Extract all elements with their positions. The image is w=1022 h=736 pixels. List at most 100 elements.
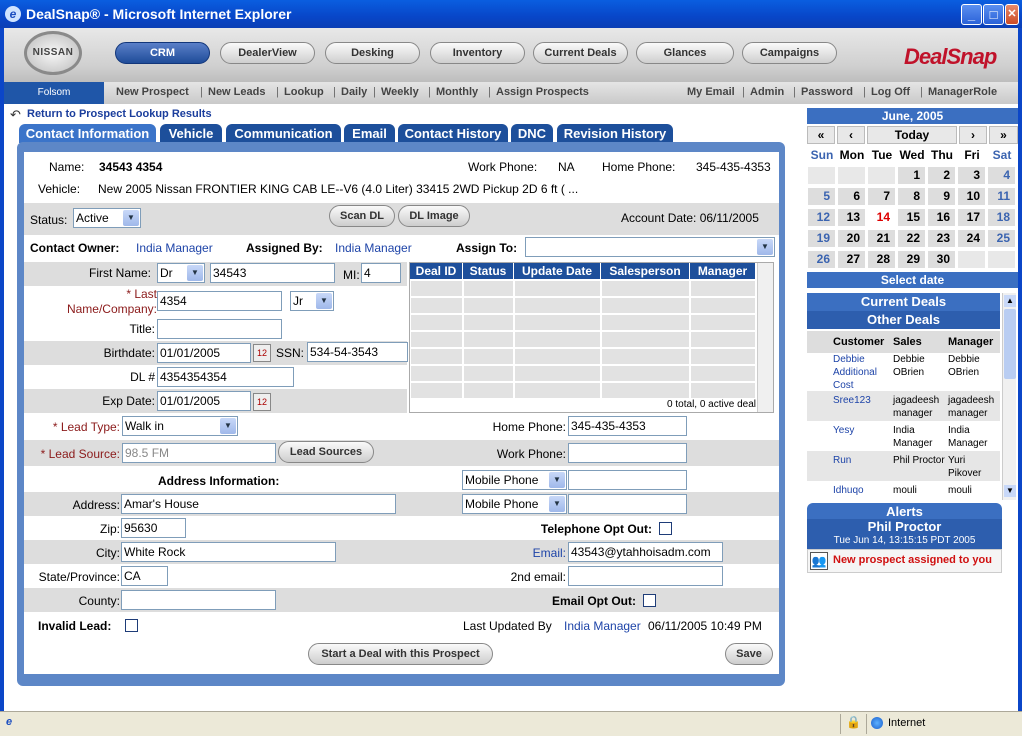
- deal-customer-link[interactable]: Yesy: [833, 424, 889, 437]
- calendar-day[interactable]: 2: [927, 166, 956, 185]
- lead-sources-button[interactable]: Lead Sources: [278, 441, 374, 463]
- suffix-select[interactable]: Jr ▼: [290, 291, 334, 311]
- second-email-input[interactable]: [568, 566, 723, 586]
- first-name-input[interactable]: 34543: [210, 263, 335, 283]
- deals-scrollbar[interactable]: ▲ ▼: [1002, 293, 1016, 500]
- last-name-input[interactable]: 4354: [157, 291, 282, 311]
- tab-dnc[interactable]: DNC: [511, 124, 553, 143]
- calendar-day[interactable]: 23: [927, 229, 956, 248]
- phone-type-select-2[interactable]: Mobile Phone ▼: [462, 494, 567, 514]
- deal-customer-link[interactable]: Sree123: [833, 394, 889, 407]
- subnav-my-email[interactable]: My Email: [687, 86, 735, 98]
- grid-header-salesperson[interactable]: Salesperson: [601, 263, 690, 279]
- title-input[interactable]: [157, 319, 282, 339]
- scroll-up-icon[interactable]: ▲: [1004, 295, 1016, 307]
- minimize-button[interactable]: _: [961, 4, 982, 25]
- calendar-day[interactable]: 18: [987, 208, 1016, 227]
- dl-input[interactable]: 4354354354: [157, 367, 294, 387]
- calendar-day[interactable]: 27: [837, 250, 866, 269]
- email-label-link[interactable]: Email:: [470, 546, 566, 560]
- calendar-day[interactable]: 1: [897, 166, 926, 185]
- calendar-today[interactable]: Today: [867, 126, 957, 144]
- work-phone-input[interactable]: [568, 443, 687, 463]
- nav-crm[interactable]: CRM: [115, 42, 210, 64]
- zip-input[interactable]: 95630: [121, 518, 186, 538]
- tab-contact-history[interactable]: Contact History: [398, 124, 508, 143]
- grid-header-update-date[interactable]: Update Date: [514, 263, 601, 279]
- grid-header-manager[interactable]: Manager: [690, 263, 756, 279]
- alert-message[interactable]: New prospect assigned to you: [833, 554, 992, 566]
- tab-contact-information[interactable]: Contact Information: [19, 124, 156, 143]
- calendar-prev-month[interactable]: ‹: [837, 126, 865, 144]
- calendar-day[interactable]: 5: [807, 187, 836, 206]
- lead-source-input[interactable]: 98.5 FM: [122, 443, 276, 463]
- subnav-new-leads[interactable]: New Leads: [208, 86, 265, 98]
- subnav-password[interactable]: Password: [801, 86, 853, 98]
- calendar-day[interactable]: 3: [957, 166, 986, 185]
- calendar-day[interactable]: 29: [897, 250, 926, 269]
- maximize-button[interactable]: □: [983, 4, 1004, 25]
- calendar-day[interactable]: 22: [897, 229, 926, 248]
- subnav-manager-role[interactable]: ManagerRole: [928, 86, 997, 98]
- calendar-day[interactable]: 28: [867, 250, 896, 269]
- calendar-next-year[interactable]: »: [989, 126, 1018, 144]
- subnav-log-off[interactable]: Log Off: [871, 86, 910, 98]
- nav-dealerview[interactable]: DealerView: [220, 42, 315, 64]
- exp-date-input[interactable]: 01/01/2005: [157, 391, 251, 411]
- calendar-day[interactable]: 8: [897, 187, 926, 206]
- subnav-assign-prospects[interactable]: Assign Prospects: [496, 86, 589, 98]
- calendar-day[interactable]: 13: [837, 208, 866, 227]
- calendar-day[interactable]: 16: [927, 208, 956, 227]
- scan-dl-button[interactable]: Scan DL: [329, 205, 395, 227]
- scroll-thumb[interactable]: [1004, 309, 1016, 379]
- calendar-day[interactable]: 12: [807, 208, 836, 227]
- calendar-day[interactable]: 11: [987, 187, 1016, 206]
- telephone-opt-out-checkbox[interactable]: [659, 522, 672, 535]
- calendar-day[interactable]: 10: [957, 187, 986, 206]
- scroll-down-icon[interactable]: ▼: [1004, 485, 1016, 497]
- subnav-monthly[interactable]: Monthly: [436, 86, 478, 98]
- nav-current-deals[interactable]: Current Deals: [533, 42, 628, 64]
- state-input[interactable]: CA: [121, 566, 168, 586]
- grid-header-status[interactable]: Status: [463, 263, 514, 279]
- grid-header-deal-id[interactable]: Deal ID: [410, 263, 463, 279]
- email-input[interactable]: 43543@ytahhoisadm.com: [568, 542, 723, 562]
- county-input[interactable]: [121, 590, 276, 610]
- calendar-icon[interactable]: 12: [253, 393, 271, 411]
- grid-scrollbar[interactable]: [757, 263, 773, 412]
- nav-campaigns[interactable]: Campaigns: [742, 42, 837, 64]
- phone-type-select-1[interactable]: Mobile Phone ▼: [462, 470, 567, 490]
- subnav-lookup[interactable]: Lookup: [284, 86, 324, 98]
- subnav-daily[interactable]: Daily: [341, 86, 367, 98]
- calendar-day[interactable]: 24: [957, 229, 986, 248]
- calendar-day[interactable]: 25: [987, 229, 1016, 248]
- nav-inventory[interactable]: Inventory: [430, 42, 525, 64]
- start-deal-button[interactable]: Start a Deal with this Prospect: [308, 643, 493, 665]
- assigned-by[interactable]: India Manager: [335, 241, 412, 255]
- lead-type-select[interactable]: Walk in ▼: [122, 416, 238, 436]
- deal-customer-link[interactable]: Run: [833, 454, 889, 467]
- calendar-day[interactable]: 19: [807, 229, 836, 248]
- nav-desking[interactable]: Desking: [325, 42, 420, 64]
- calendar-day[interactable]: 14: [867, 208, 896, 227]
- subnav-weekly[interactable]: Weekly: [381, 86, 419, 98]
- calendar-day[interactable]: 20: [837, 229, 866, 248]
- close-button[interactable]: ✕: [1005, 4, 1019, 25]
- calendar-day[interactable]: 6: [837, 187, 866, 206]
- calendar-next-month[interactable]: ›: [959, 126, 987, 144]
- calendar-day[interactable]: 21: [867, 229, 896, 248]
- prefix-select[interactable]: Dr ▼: [157, 263, 205, 283]
- calendar-day[interactable]: 9: [927, 187, 956, 206]
- return-to-lookup-link[interactable]: Return to Prospect Lookup Results: [27, 108, 212, 120]
- calendar-day[interactable]: 4: [987, 166, 1016, 185]
- deal-customer-link[interactable]: Idhuqo: [833, 484, 889, 497]
- subnav-admin[interactable]: Admin: [750, 86, 784, 98]
- address-input[interactable]: Amar's House: [121, 494, 396, 514]
- last-updated-by[interactable]: India Manager: [564, 619, 641, 633]
- status-select[interactable]: Active ▼: [73, 208, 141, 228]
- birthdate-input[interactable]: 01/01/2005: [157, 343, 251, 363]
- calendar-day[interactable]: 7: [867, 187, 896, 206]
- calendar-icon[interactable]: 12: [253, 344, 271, 362]
- calendar-day[interactable]: 15: [897, 208, 926, 227]
- tab-email[interactable]: Email: [344, 124, 395, 143]
